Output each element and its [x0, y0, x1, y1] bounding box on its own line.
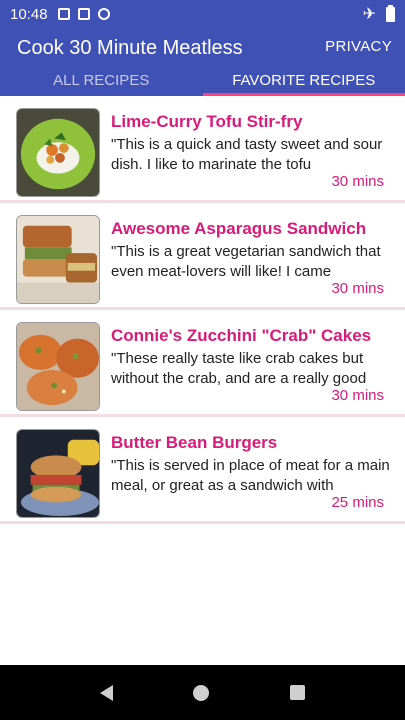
- recipe-time: 30 mins: [331, 173, 384, 190]
- tab-bar: ALL RECIPES FAVORITE RECIPES: [0, 68, 405, 96]
- battery-icon: [386, 4, 395, 22]
- tab-all-recipes[interactable]: ALL RECIPES: [0, 68, 203, 96]
- privacy-button[interactable]: PRIVACY: [325, 38, 392, 55]
- burger-photo: [16, 429, 100, 518]
- back-triangle-icon[interactable]: [100, 684, 114, 701]
- recipe-list: Lime-Curry Tofu Stir-fry "This is a quic…: [0, 96, 405, 524]
- crab-cakes-photo: [16, 322, 100, 411]
- airplane-mode-icon: ✈: [362, 6, 376, 23]
- recipe-description: "This is a great vegetarian sandwich tha…: [111, 243, 381, 280]
- app-bar: Cook 30 Minute Meatless PRIVACY ALL RECI…: [0, 28, 405, 96]
- system-nav-bar: [0, 665, 405, 720]
- recipe-title: Awesome Asparagus Sandwich: [111, 219, 367, 238]
- tab-favorite-recipes[interactable]: FAVORITE RECIPES: [202, 68, 405, 96]
- recipe-description: "This is a quick and tasty sweet and sou…: [111, 136, 383, 173]
- recipe-description: "These really taste like crab cakes but …: [111, 350, 367, 387]
- notification-a-icon: [57, 8, 70, 20]
- status-bar: 10:48 ✈: [0, 0, 405, 28]
- recipe-title: Butter Bean Burgers: [111, 433, 278, 452]
- sync-icon: [97, 8, 110, 20]
- recipe-title: Lime-Curry Tofu Stir-fry: [111, 112, 303, 131]
- recipe-card[interactable]: Awesome Asparagus Sandwich "This is a gr…: [0, 203, 405, 310]
- sandwich-photo: [16, 215, 100, 304]
- recipe-time: 25 mins: [331, 494, 384, 511]
- recipe-time: 30 mins: [331, 387, 384, 404]
- recipe-title: Connie's Zucchini "Crab" Cakes: [111, 326, 372, 345]
- recipe-card[interactable]: Butter Bean Burgers "This is served in p…: [0, 417, 405, 524]
- recipe-card[interactable]: Lime-Curry Tofu Stir-fry "This is a quic…: [0, 96, 405, 203]
- status-time: 10:48: [10, 5, 48, 23]
- recipe-card[interactable]: Connie's Zucchini "Crab" Cakes "These re…: [0, 310, 405, 417]
- home-circle-icon[interactable]: [193, 684, 210, 701]
- app-title: Cook 30 Minute Meatless: [17, 37, 243, 59]
- recipe-time: 30 mins: [331, 280, 384, 297]
- recipe-description: "This is served in place of meat for a m…: [111, 457, 390, 494]
- sd-card-icon: [77, 8, 90, 20]
- stir-fry-photo: [16, 108, 100, 197]
- recents-square-icon[interactable]: [289, 685, 305, 700]
